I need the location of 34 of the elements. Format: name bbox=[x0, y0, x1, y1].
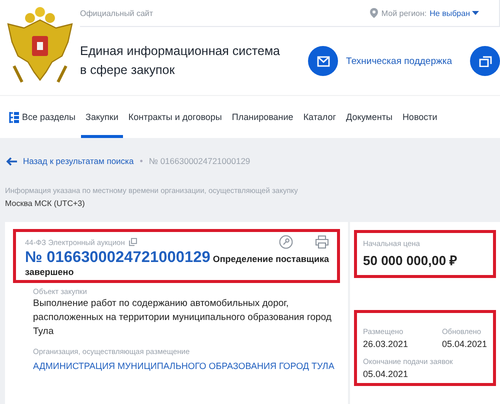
procurement-status: завершено bbox=[25, 267, 75, 277]
region-label: Мой регион: bbox=[381, 8, 427, 18]
nav-tab[interactable]: Планирование bbox=[226, 96, 298, 138]
nav-tab[interactable]: Закупки bbox=[80, 96, 124, 138]
timezone-value: Москва МСК (UTC+3) bbox=[5, 199, 86, 208]
detail-value: Выполнение работ по содержанию автомобильных дорог, расположенных на территории муниципального образования город Тула bbox=[33, 297, 332, 339]
breadcrumb-separator: • bbox=[140, 156, 143, 166]
nav-tab[interactable]: Все разделы bbox=[4, 96, 81, 138]
copy-icon[interactable] bbox=[128, 238, 137, 246]
organization-link[interactable]: АДМИНИСТРАЦИЯ МУНИЦИПАЛЬНОГО ОБРАЗОВАНИЯ ГОРОД ТУЛА bbox=[33, 359, 334, 373]
nav-tab[interactable]: Каталог bbox=[298, 96, 342, 138]
procurement-stage: Определение поставщика bbox=[212, 254, 329, 264]
date-value: 05.04.2021 bbox=[442, 339, 487, 349]
back-arrow-icon[interactable] bbox=[6, 156, 17, 166]
region-selector[interactable]: Не выбран bbox=[430, 8, 479, 18]
breadcrumb-current: № 0166300024721000129 bbox=[148, 156, 250, 166]
print-icon[interactable] bbox=[315, 235, 329, 249]
key-icon[interactable] bbox=[279, 235, 293, 249]
sections-icon bbox=[9, 112, 19, 122]
support-link[interactable]: Техническая поддержка bbox=[346, 56, 452, 66]
site-title: Единая информационная система в сфере закупок bbox=[80, 43, 281, 79]
nav-tab[interactable]: Контракты и договоры bbox=[123, 96, 227, 138]
mail-icon[interactable] bbox=[308, 46, 338, 76]
date-value: 26.03.2021 bbox=[363, 339, 408, 349]
back-link[interactable]: Назад к результатам поиска bbox=[23, 156, 134, 166]
official-site-label: Официальный сайт bbox=[80, 8, 154, 18]
caret-icon bbox=[472, 11, 479, 15]
windows-icon[interactable] bbox=[470, 46, 500, 76]
nav-tab[interactable]: Документы bbox=[341, 96, 398, 138]
nav-tab[interactable]: Новости bbox=[397, 96, 442, 138]
location-pin-icon bbox=[370, 8, 378, 18]
date-value: 05.04.2021 bbox=[363, 369, 410, 379]
procurement-number: № 0166300024721000129 bbox=[25, 249, 210, 267]
price-value: 50 000 000,00 ₽ bbox=[363, 252, 459, 269]
